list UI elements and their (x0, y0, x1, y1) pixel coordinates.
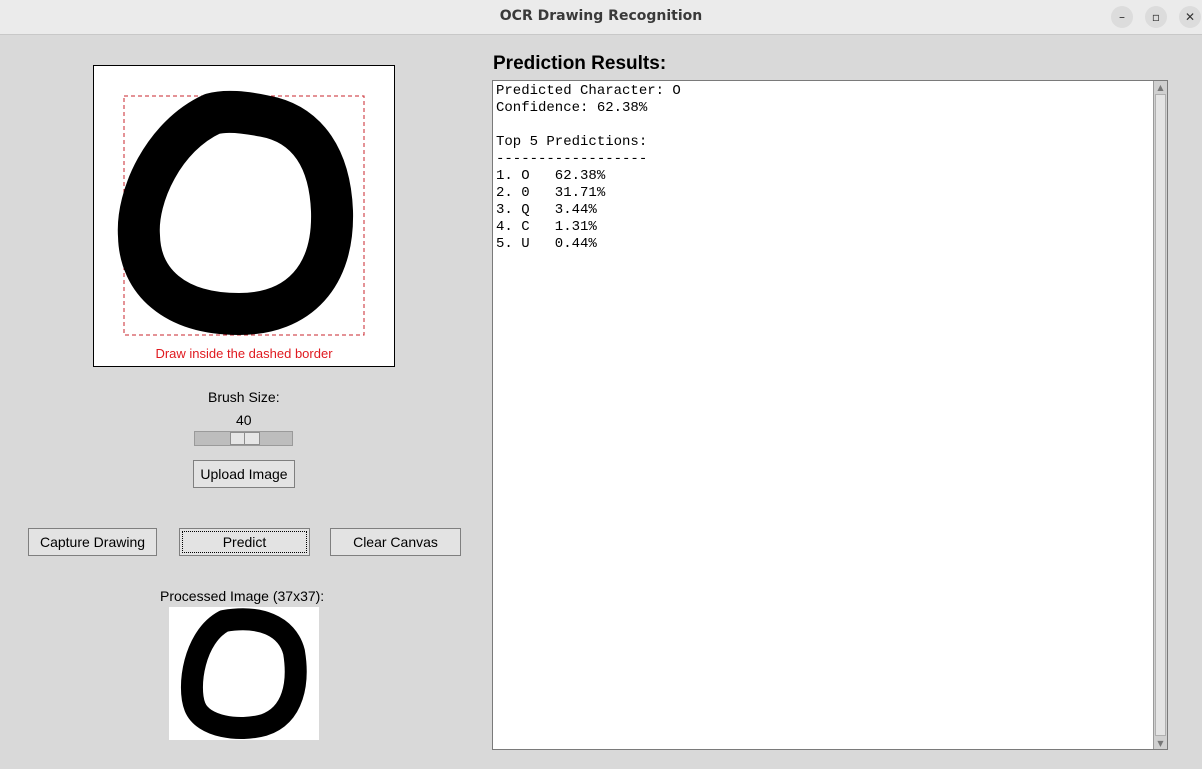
scroll-up-icon[interactable]: ▲ (1154, 81, 1167, 93)
app-window: OCR Drawing Recognition – ▫ ✕ Draw insid… (0, 0, 1202, 769)
minimize-icon: – (1119, 10, 1125, 24)
processed-stroke (180, 608, 307, 739)
close-icon: ✕ (1184, 10, 1196, 24)
capture-drawing-button[interactable]: Capture Drawing (28, 528, 157, 556)
processed-image (169, 607, 319, 740)
upload-image-button[interactable]: Upload Image (193, 460, 295, 488)
drawn-stroke (117, 90, 354, 335)
canvas-hint: Draw inside the dashed border (155, 346, 333, 361)
scroll-down-icon[interactable]: ▼ (1154, 737, 1167, 749)
maximize-icon: ▫ (1151, 10, 1161, 24)
results-title: Prediction Results: (493, 53, 667, 74)
scrollbar-track[interactable] (1155, 94, 1166, 736)
slider-thumb[interactable] (230, 432, 260, 445)
drawing-canvas[interactable]: Draw inside the dashed border (93, 65, 395, 367)
processed-drawing (180, 608, 307, 739)
processed-image-label: Processed Image (37x37): (160, 588, 325, 604)
results-scrollbar[interactable]: ▲ ▼ (1153, 81, 1167, 749)
clear-canvas-button[interactable]: Clear Canvas (330, 528, 461, 556)
minimize-button[interactable]: – (1111, 6, 1133, 28)
results-text: Predicted Character: O Confidence: 62.38… (496, 83, 681, 252)
close-button[interactable]: ✕ (1179, 6, 1201, 28)
results-textbox[interactable]: Predicted Character: O Confidence: 62.38… (492, 80, 1168, 750)
maximize-button[interactable]: ▫ (1145, 6, 1167, 28)
predict-button[interactable]: Predict (179, 528, 310, 556)
window-title: OCR Drawing Recognition (499, 8, 703, 24)
canvas-drawing (117, 90, 365, 336)
brush-size-slider[interactable] (194, 431, 293, 446)
title-bar[interactable]: OCR Drawing Recognition – ▫ ✕ (0, 0, 1202, 35)
brush-size-label: Brush Size: (208, 389, 280, 405)
brush-size-value: 40 (236, 412, 252, 428)
slider-notch (244, 433, 245, 444)
